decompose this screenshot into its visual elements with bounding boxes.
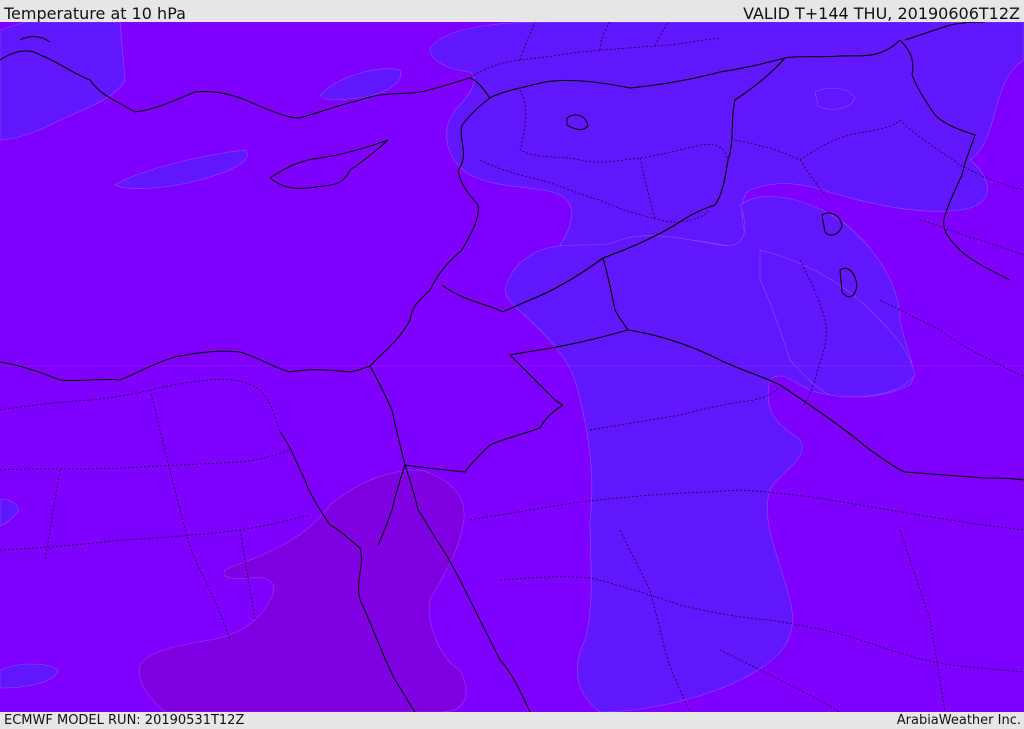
valid-time: VALID T+144 THU, 20190606T12Z: [743, 4, 1020, 23]
model-run-label: ECMWF MODEL RUN: 20190531T12Z: [4, 713, 245, 728]
map-canvas: [0, 22, 1024, 712]
credit-label: ArabiaWeather Inc.: [896, 713, 1021, 728]
footer-bar: ECMWF MODEL RUN: 20190531T12Z ArabiaWeat…: [0, 712, 1024, 729]
map-title: Temperature at 10 hPa: [4, 4, 186, 23]
header-bar: Temperature at 10 hPa VALID T+144 THU, 2…: [0, 0, 1024, 23]
temperature-map[interactable]: [0, 22, 1024, 712]
